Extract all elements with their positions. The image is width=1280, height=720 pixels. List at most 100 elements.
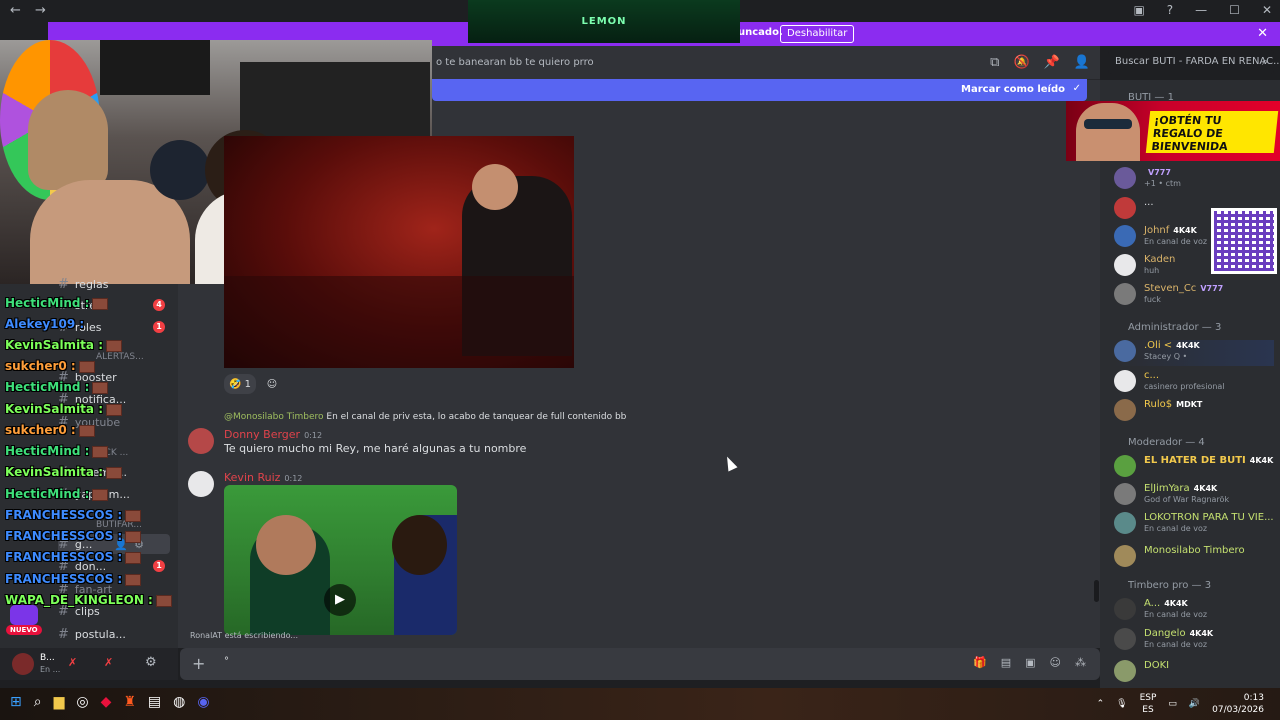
member-group-timbero: Timbero pro — 3	[1128, 580, 1212, 591]
qr-code	[1211, 208, 1277, 274]
avatar[interactable]	[188, 471, 214, 497]
gif-icon[interactable]: ▤	[1001, 656, 1011, 669]
close-icon[interactable]: ✕	[1257, 26, 1268, 41]
chat-scrollbar[interactable]	[1094, 580, 1099, 602]
search-icon: ⌕	[1261, 55, 1268, 68]
mark-as-read-bar[interactable]: Marcar como leído ✓	[432, 79, 1087, 101]
user-settings-icon[interactable]: ⚙	[145, 655, 157, 670]
message-input[interactable]: + ° 🎁 ▤ ▣ ☺ ⁂	[180, 648, 1100, 680]
mark-as-read-label[interactable]: Marcar como leído	[961, 84, 1065, 95]
network-icon[interactable]: ▭	[1168, 699, 1177, 709]
lemon-overlay: LEMON	[468, 0, 740, 43]
member-group-mod: Moderador — 4	[1128, 437, 1205, 448]
pin-icon[interactable]: 📌	[1044, 55, 1060, 70]
promo-text: ¡OBTÉN TU REGALO DE BIENVENIDA	[1145, 111, 1279, 153]
search-placeholder: Buscar BUTI - FARDA EN RENAC...	[1115, 56, 1280, 67]
message-timestamp: 0:12	[304, 431, 323, 440]
tray-chevron-icon[interactable]: ⌃	[1097, 699, 1105, 709]
minimize-button[interactable]: —	[1195, 3, 1207, 17]
gift-icon[interactable]: 🎁	[973, 656, 987, 669]
overlay-chat-line: HecticMind :	[5, 487, 109, 501]
overlay-chat-line: HecticMind :	[5, 444, 109, 458]
app-icon[interactable]: ◆	[101, 694, 112, 710]
overlay-chat-line: KevinSalmita :	[5, 338, 122, 352]
emoji-icon[interactable]: ☺	[1050, 656, 1061, 669]
windows-start-icon[interactable]: ⊞	[10, 694, 22, 710]
members-icon[interactable]: 👤	[1074, 55, 1090, 70]
inbox-icon[interactable]: ▣	[1133, 3, 1144, 17]
user-panel: B... En ... ✗ ✗ ⚙	[0, 648, 178, 680]
overlay-chat-line: sukcher0 :	[5, 359, 95, 373]
overlay-chat-line: sukcher0 :	[5, 423, 95, 437]
laugh-emoji-icon: 🤣	[228, 378, 242, 390]
channel-reglas[interactable]: # reglas	[58, 274, 108, 294]
channel-postulaciones[interactable]: # postula...	[58, 624, 126, 644]
search-icon[interactable]: ⌕	[34, 694, 42, 710]
threads-icon[interactable]: ⧉	[990, 55, 999, 70]
language-indicator[interactable]: ESP ES	[1140, 692, 1157, 716]
message-input-value: °	[224, 656, 229, 667]
mute-icon[interactable]: 🔕	[1013, 55, 1029, 70]
reaction-laugh[interactable]: 🤣 1	[224, 374, 256, 394]
banner-text: uncado.	[738, 27, 783, 38]
overlay-chat-line: WAPA_DE_KINGLEON :	[5, 593, 172, 607]
message-author[interactable]: Kevin Ruiz 0:12	[224, 471, 302, 484]
search-input[interactable]: Buscar BUTI - FARDA EN RENAC... ⌕	[1108, 50, 1280, 74]
user-name: B...	[40, 653, 55, 663]
overlay-chat-line: KevinSalmita :	[5, 402, 122, 416]
category-alertas[interactable]: ALERTAS...	[96, 352, 144, 362]
member-group-admin: Administrador — 3	[1128, 322, 1222, 333]
mic-icon[interactable]: 🎙	[1116, 699, 1127, 709]
unread-badge: 4	[153, 299, 165, 311]
discord-icon[interactable]: ◉	[197, 694, 209, 710]
channel-header: o te banearan bb te quiero prro ⧉ 🔕 📌 👤	[432, 46, 1100, 80]
help-icon[interactable]: ?	[1167, 3, 1173, 17]
store-icon[interactable]: ▤	[148, 694, 161, 710]
close-button[interactable]: ✕	[1262, 3, 1272, 17]
message-timestamp: 0:12	[284, 474, 303, 483]
deafen-icon[interactable]: ✗	[104, 656, 113, 669]
mic-muted-icon[interactable]: ✗	[68, 656, 77, 669]
unread-badge: 1	[153, 560, 165, 572]
avatar[interactable]	[12, 653, 34, 675]
volume-icon[interactable]: 🔊	[1189, 699, 1200, 709]
message-author[interactable]: Donny Berger 0:12	[224, 428, 322, 441]
message-video[interactable]: ▶	[224, 485, 457, 635]
typing-indicator: RonalAT está escribiendo...	[190, 631, 298, 640]
message-image[interactable]	[224, 136, 574, 368]
file-explorer-icon[interactable]: ▆	[54, 694, 65, 710]
overlay-chat-line: Alekey109 :	[5, 317, 85, 331]
back-arrow-icon[interactable]: ←	[10, 3, 21, 18]
overlay-chat-line: KevinSalmita :	[5, 465, 122, 479]
maximize-button[interactable]: ☐	[1229, 3, 1240, 17]
reply-reference[interactable]: @Monosilabo Timbero En el canal de priv …	[224, 412, 626, 422]
sticker-icon[interactable]: ▣	[1025, 656, 1035, 669]
overlay-chat-line: FRANCHESSCOS :	[5, 572, 142, 586]
message-text: Te quiero mucho mi Rey, me haré algunas …	[224, 442, 527, 455]
overlay-chat-line: HecticMind :	[5, 380, 109, 394]
channel-topic: o te banearan bb te quiero prro	[436, 57, 594, 68]
obs-icon[interactable]: ◎	[76, 694, 88, 710]
unread-badge: 1	[153, 321, 165, 333]
member-item[interactable]: .Oli <4K4K Stacey Q •	[1114, 340, 1274, 366]
add-reaction-icon[interactable]: ☺	[262, 374, 282, 394]
user-status: En ...	[40, 665, 61, 674]
add-attachment-icon[interactable]: +	[192, 654, 205, 673]
taskbar: ⊞ ⌕ ▆ ◎ ◆ ♜ ▤ ◍ ◉ ⌃ 🎙 ESP ES ▭ 🔊 0:13 07/0…	[0, 688, 1280, 720]
server-icon[interactable]	[10, 605, 38, 625]
promo-banner[interactable]: ¡OBTÉN TU REGALO DE BIENVENIDA	[1066, 101, 1280, 161]
clock[interactable]: 0:13 07/03/2026	[1212, 692, 1264, 716]
overlay-chat-line: FRANCHESSCOS :	[5, 508, 142, 522]
lemon-logo: LEMON	[581, 16, 627, 27]
disable-button[interactable]: Deshabilitar	[780, 25, 855, 43]
brave-icon[interactable]: ♜	[123, 694, 136, 710]
avatar[interactable]	[188, 428, 214, 454]
overlay-chat-line: FRANCHESSCOS :	[5, 550, 142, 564]
apps-icon[interactable]: ⁂	[1075, 656, 1086, 669]
new-badge: NUEVO	[6, 625, 42, 635]
overlay-chat-line: HecticMind :	[5, 296, 109, 310]
app-icon[interactable]: ◍	[173, 694, 185, 710]
forward-arrow-icon[interactable]: →	[35, 3, 46, 18]
play-icon[interactable]: ▶	[324, 584, 356, 616]
mark-read-icon: ✓	[1072, 83, 1081, 94]
